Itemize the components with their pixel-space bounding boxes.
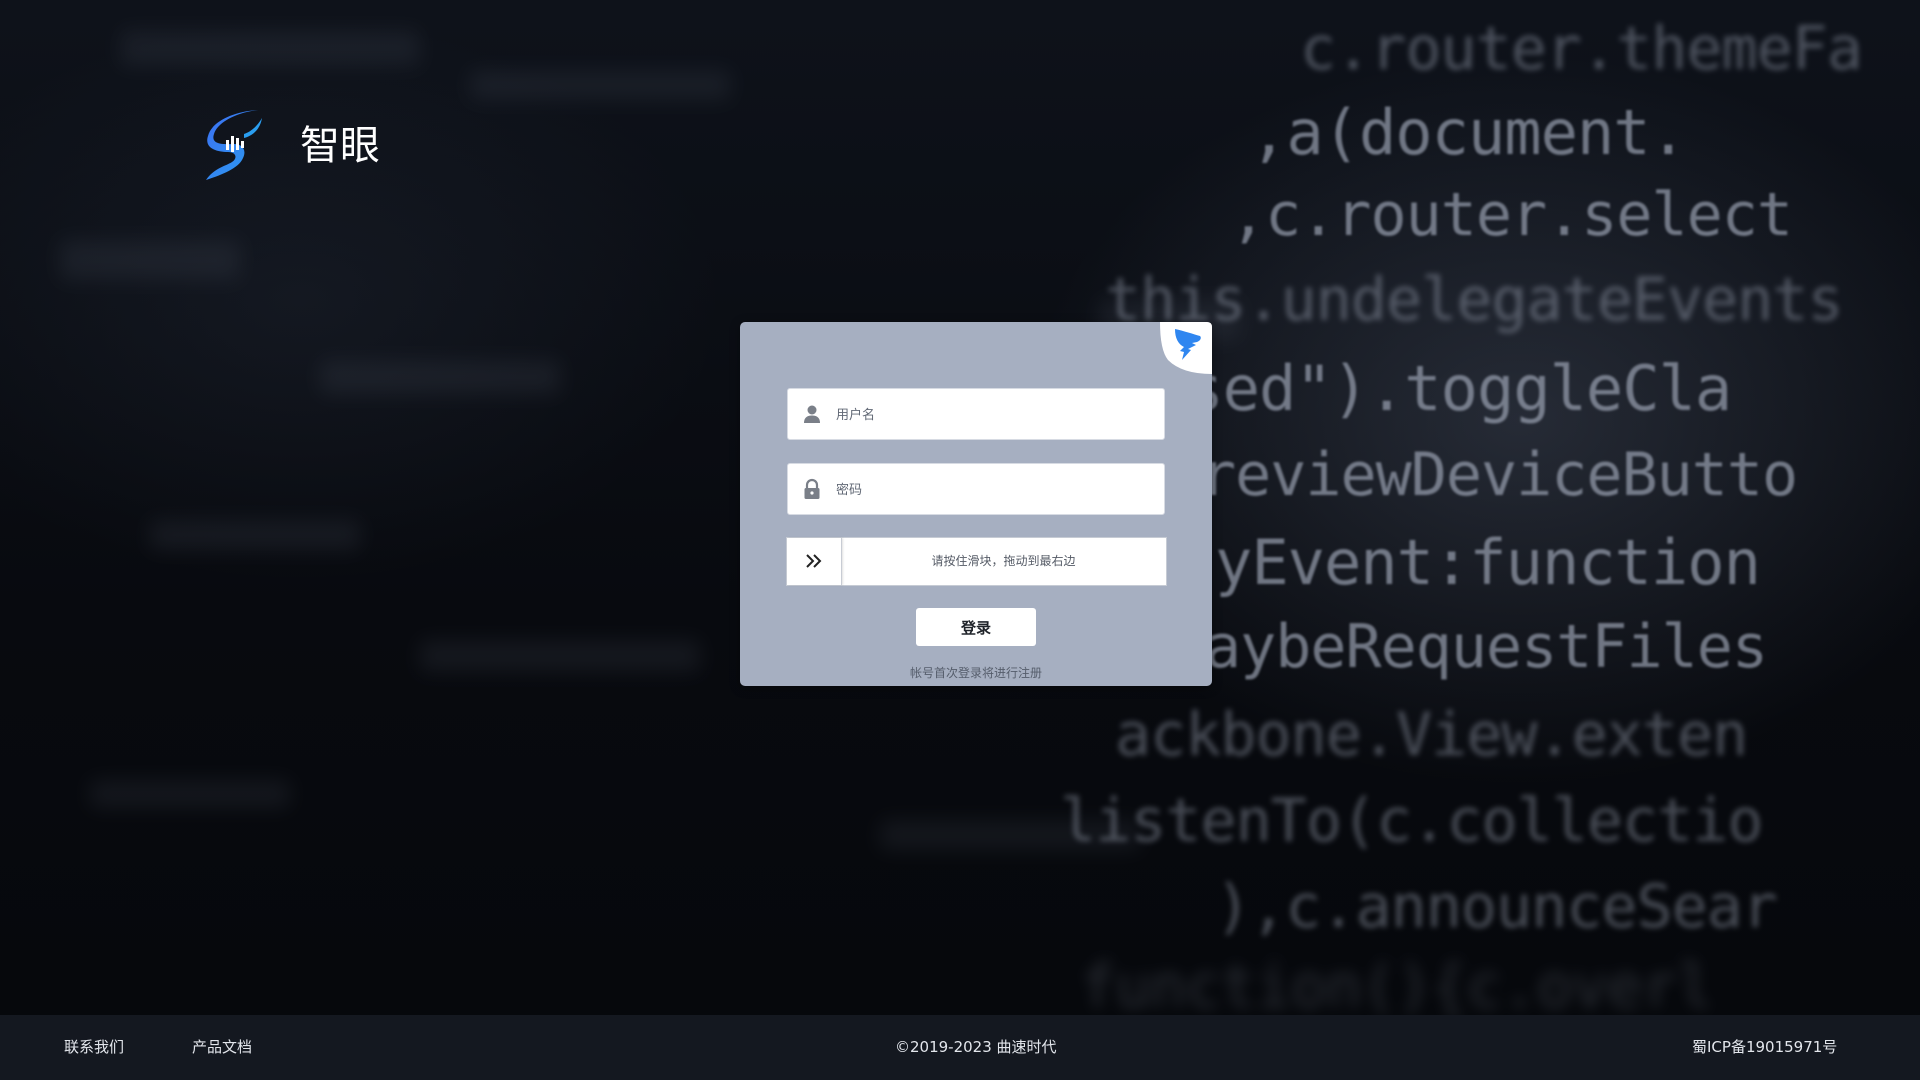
footer: 联系我们 产品文档 ©2019-2023 曲速时代 蜀ICP备19015971号 [0,1015,1920,1080]
brand-name: 智眼 [300,123,380,169]
background-code-line: ,a(document. [1250,96,1687,169]
background-code-line: c.router.themeFa [1300,14,1863,84]
background-code-line: listenTo(c.collectio [1060,786,1763,856]
slider-captcha[interactable]: 请按住滑块，拖动到最右边 [786,537,1167,586]
background-code-line: yEvent:function [1215,526,1761,599]
register-hint: 帐号首次登录将进行注册 [909,666,1042,680]
login-button[interactable]: 登录 [916,608,1036,646]
lock-icon [804,478,820,499]
double-chevron-right-icon [806,554,822,568]
username-field[interactable] [787,388,1165,441]
background-code-line: ),c.announceSear [1215,872,1778,942]
slider-handle[interactable] [787,538,842,585]
background-code-line: osed").toggleCla [1150,352,1732,425]
background-code-line: function(){c.overl [1080,952,1713,1015]
background-code-line: ,c.router.select [1230,180,1793,250]
background-code-line: ackbone.View.exten [1115,700,1748,770]
copyright: ©2019-2023 曲速时代 [895,1038,1057,1056]
dingtalk-icon[interactable] [1160,322,1212,374]
user-icon [804,405,820,423]
slider-hint: 请按住滑块，拖动到最右边 [931,554,1076,568]
background-code-line: aybeRequestFiles [1205,612,1768,682]
login-card: 请按住滑块，拖动到最右边 登录 帐号首次登录将进行注册 [740,322,1212,686]
logo-icon [204,108,266,182]
contact-link[interactable]: 联系我们 [64,1038,124,1056]
background-code-line: reviewDeviceButto [1200,440,1798,510]
background-code-line: this.undelegateEvents [1105,265,1844,335]
password-field[interactable] [787,463,1165,516]
icp-link[interactable]: 蜀ICP备19015971号 [1692,1038,1837,1056]
docs-link[interactable]: 产品文档 [192,1038,252,1056]
password-input[interactable] [834,464,1158,516]
username-input[interactable] [834,389,1158,441]
